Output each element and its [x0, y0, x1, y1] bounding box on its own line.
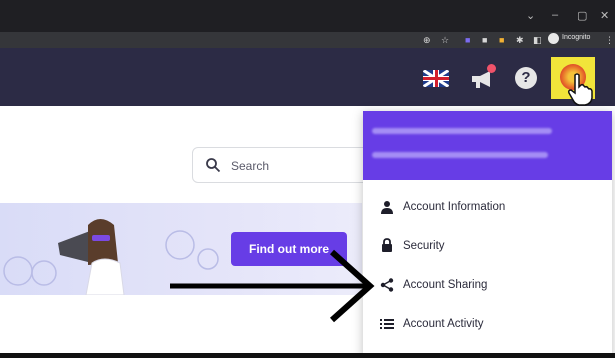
- incognito-icon[interactable]: [548, 33, 559, 44]
- person-icon: [381, 201, 393, 214]
- uk-flag-icon[interactable]: [423, 70, 449, 87]
- annotation-arrow-icon: [170, 249, 375, 323]
- menu-item-label: Account Sharing: [403, 279, 488, 291]
- browser-menu-icon[interactable]: ⋮: [605, 34, 614, 46]
- extension-icon[interactable]: ■: [499, 34, 504, 46]
- zoom-icon[interactable]: ⊕: [423, 34, 431, 46]
- close-window-button[interactable]: ✕: [600, 9, 609, 22]
- menu-item-label: Security: [403, 240, 445, 252]
- extensions-puzzle-icon[interactable]: ✱: [516, 34, 524, 46]
- notification-badge: [487, 64, 496, 73]
- bookmark-star-icon[interactable]: ☆: [441, 34, 449, 46]
- browser-titlebar: [0, 0, 615, 32]
- extension-icon[interactable]: ■: [465, 34, 470, 46]
- extension-icon[interactable]: ■: [482, 34, 487, 46]
- side-panel-icon[interactable]: ◧: [533, 34, 542, 46]
- menu-item-account-activity[interactable]: [363, 305, 612, 343]
- menu-item-label: Account Activity: [403, 318, 484, 330]
- lock-icon: [382, 238, 392, 252]
- hand-cursor-icon: [568, 73, 593, 106]
- maximize-button[interactable]: ▢: [577, 9, 587, 22]
- search-icon: [206, 158, 221, 173]
- list-icon: [380, 319, 394, 329]
- help-icon[interactable]: ?: [515, 67, 537, 89]
- account-email-redacted: [372, 152, 548, 158]
- search-placeholder: Search: [231, 159, 270, 173]
- tab-search-icon[interactable]: ⌄: [526, 9, 535, 22]
- menu-item-label: Account Information: [403, 201, 506, 213]
- bottom-edge: [0, 353, 615, 358]
- incognito-label: Incognito: [562, 34, 591, 41]
- share-icon: [380, 278, 394, 292]
- minimize-button[interactable]: –: [552, 9, 558, 21]
- account-email-header: [363, 111, 612, 180]
- menu-item-account-sharing[interactable]: [363, 266, 612, 304]
- menu-item-security[interactable]: [363, 227, 612, 265]
- account-email-redacted: [372, 128, 552, 134]
